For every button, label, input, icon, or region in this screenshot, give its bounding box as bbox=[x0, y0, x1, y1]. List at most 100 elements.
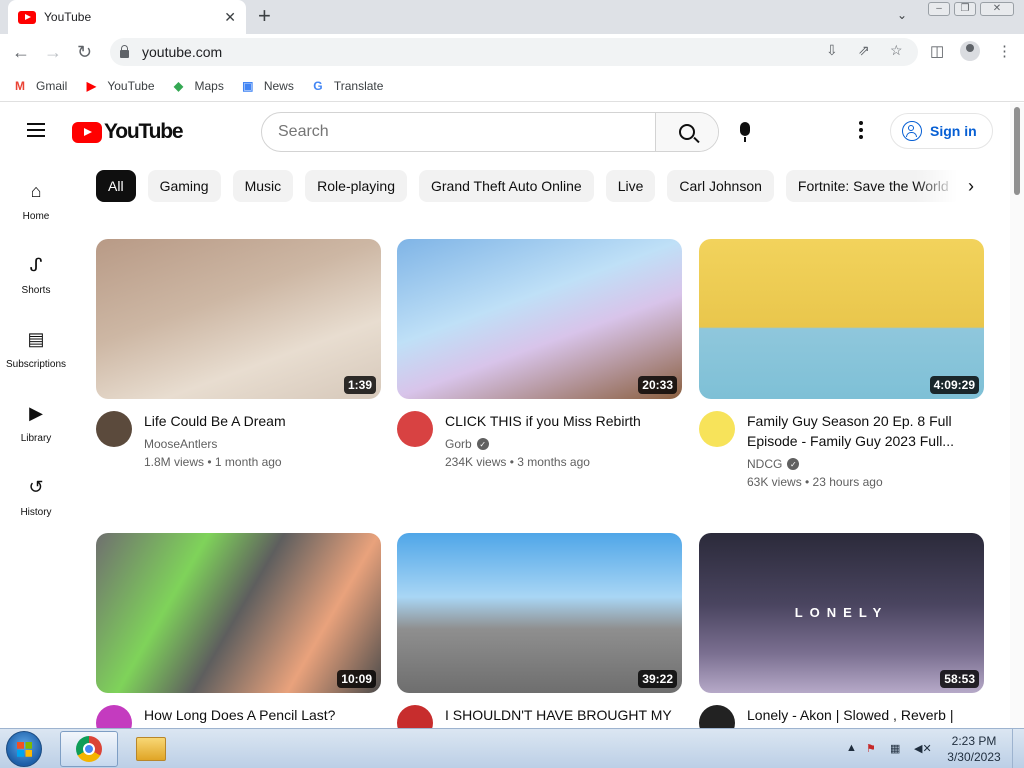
video-duration-badge: 1:39 bbox=[343, 376, 376, 394]
clock-time: 2:23 PM bbox=[951, 734, 997, 748]
video-thumbnail[interactable]: LONELY 58:53 bbox=[699, 533, 984, 693]
side-panel-icon[interactable]: ◫ bbox=[930, 42, 944, 60]
bookmark-star-icon[interactable]: ☆ bbox=[890, 42, 903, 59]
search-input[interactable]: Search bbox=[262, 113, 655, 151]
account-circle-icon bbox=[902, 121, 922, 141]
sidebar-item-label: Library bbox=[20, 433, 52, 444]
filter-chip[interactable]: Role-playing bbox=[305, 170, 407, 202]
video-info: CLICK THIS if you Miss Rebirth Gorb ✓ 234K … bbox=[445, 411, 641, 469]
video-title[interactable]: CLICK THIS if you Miss Rebirth bbox=[445, 411, 641, 431]
video-title[interactable]: Lonely - Akon | Slowed , Reverb | bbox=[747, 705, 954, 725]
video-card[interactable]: LONELY 58:53 Lonely - Akon | Slowed , Reve… bbox=[699, 533, 984, 741]
minimize-button[interactable]: – bbox=[928, 2, 950, 16]
address-url[interactable]: youtube.com bbox=[142, 44, 222, 60]
tab-title: YouTube bbox=[44, 10, 92, 24]
video-stats: 63K views • 23 hours ago bbox=[747, 475, 883, 489]
lock-icon[interactable] bbox=[120, 45, 129, 58]
bookmark-news[interactable]: ▣ News bbox=[240, 79, 294, 93]
video-title[interactable]: I SHOULDN'T HAVE BROUGHT MY bbox=[445, 705, 672, 725]
bookmark-gmail[interactable]: M Gmail bbox=[12, 79, 67, 93]
home-icon: ⌂ bbox=[30, 180, 42, 201]
menu-hamburger-icon[interactable] bbox=[27, 123, 45, 137]
video-title[interactable]: Family Guy Season 20 Ep. 8 Full Episode … bbox=[747, 411, 984, 451]
channel-avatar[interactable] bbox=[397, 411, 433, 447]
verified-check-icon: ✓ bbox=[787, 458, 800, 470]
channel-avatar[interactable] bbox=[96, 411, 132, 447]
action-center-flag-icon[interactable]: ⚑ bbox=[866, 742, 876, 755]
bookmark-youtube[interactable]: ▶ YouTube bbox=[83, 79, 155, 93]
chevron-right-icon[interactable]: › bbox=[968, 176, 974, 197]
close-window-button[interactable]: ✕ bbox=[980, 2, 1014, 16]
install-app-icon[interactable]: ⇩ bbox=[826, 42, 838, 59]
filter-chip[interactable]: Live bbox=[605, 170, 656, 202]
youtube-play-logo-icon bbox=[72, 121, 102, 143]
video-thumbnail[interactable]: 4:09:29 bbox=[699, 239, 984, 399]
video-thumbnail[interactable]: 39:22 bbox=[397, 533, 682, 693]
video-card[interactable]: 10:09 How Long Does A Pencil Last? bbox=[96, 533, 381, 741]
bookmark-translate[interactable]: G Translate bbox=[310, 78, 384, 93]
start-button[interactable] bbox=[6, 731, 42, 767]
sidebar-item-home[interactable]: ⌂ Home bbox=[0, 165, 72, 239]
video-card[interactable]: 39:22 I SHOULDN'T HAVE BROUGHT MY bbox=[397, 533, 682, 741]
chip-bar-fade bbox=[915, 170, 975, 202]
video-thumbnail[interactable]: 20:33 bbox=[397, 239, 682, 399]
voice-search-mic-icon[interactable] bbox=[740, 122, 750, 142]
video-thumbnail[interactable]: 1:39 bbox=[96, 239, 381, 399]
search-box[interactable]: Search bbox=[261, 112, 719, 152]
channel-name-row[interactable]: NDCG ✓ bbox=[747, 457, 984, 471]
volume-muted-icon[interactable]: ◀✕ bbox=[914, 742, 932, 755]
taskbar-chrome-button[interactable] bbox=[60, 731, 118, 767]
channel-name-row[interactable]: Gorb ✓ bbox=[445, 437, 641, 451]
share-icon[interactable]: ⇗ bbox=[858, 42, 870, 59]
video-duration-badge: 4:09:29 bbox=[929, 376, 979, 394]
maps-icon: ◆ bbox=[173, 78, 184, 93]
video-thumbnail[interactable]: 10:09 bbox=[96, 533, 381, 693]
page-scrollbar[interactable] bbox=[1010, 103, 1024, 728]
scrollbar-thumb[interactable] bbox=[1014, 107, 1020, 195]
search-icon bbox=[679, 124, 695, 140]
new-tab-button[interactable]: + bbox=[258, 5, 271, 27]
sidebar-item-shorts[interactable]: ᔑ Shorts bbox=[0, 239, 72, 313]
settings-kebab-icon[interactable] bbox=[859, 121, 863, 142]
youtube-logo[interactable]: YouTube bbox=[72, 120, 184, 144]
filter-chip[interactable]: Music bbox=[232, 170, 294, 202]
network-icon[interactable]: ▦ bbox=[890, 742, 900, 755]
chrome-menu-icon[interactable]: ⋮ bbox=[997, 42, 1012, 60]
restore-button[interactable]: ❐ bbox=[954, 2, 976, 16]
close-tab-icon[interactable]: ✕ bbox=[224, 9, 236, 26]
channel-name[interactable]: MooseAntlers bbox=[144, 437, 217, 451]
system-clock[interactable]: 2:23 PM 3/30/2023 bbox=[944, 733, 1004, 765]
filter-chip[interactable]: Grand Theft Auto Online bbox=[418, 170, 594, 202]
channel-name-row[interactable]: MooseAntlers bbox=[144, 437, 286, 451]
filter-chip[interactable]: Carl Johnson bbox=[667, 170, 774, 202]
channel-name[interactable]: Gorb bbox=[445, 437, 472, 451]
news-icon: ▣ bbox=[242, 78, 254, 93]
profile-avatar-icon[interactable] bbox=[960, 41, 980, 61]
sidebar-item-subscriptions[interactable]: ▤ Subscriptions bbox=[0, 313, 72, 387]
filter-chip[interactable]: All bbox=[96, 170, 136, 202]
show-hidden-icons-icon[interactable]: ▲ bbox=[846, 742, 857, 754]
sign-in-button[interactable]: Sign in bbox=[890, 113, 993, 149]
browser-tab-youtube[interactable]: YouTube ✕ bbox=[8, 0, 246, 34]
search-button[interactable] bbox=[655, 113, 718, 151]
sidebar-item-library[interactable]: ▶ Library bbox=[0, 387, 72, 461]
video-card[interactable]: 20:33 CLICK THIS if you Miss Rebirth Gorb ✓… bbox=[397, 239, 682, 469]
back-arrow-icon[interactable]: ← bbox=[12, 42, 30, 62]
video-card[interactable]: 1:39 Life Could Be A Dream MooseAntlers 1.8… bbox=[96, 239, 381, 469]
show-desktop-button[interactable] bbox=[1012, 729, 1024, 768]
bookmark-label: Translate bbox=[333, 78, 384, 93]
youtube-logo-text: YouTube bbox=[104, 120, 184, 143]
bookmark-maps[interactable]: ◆ Maps bbox=[171, 79, 224, 93]
address-bar[interactable]: youtube.com bbox=[110, 38, 918, 66]
filter-chip[interactable]: Gaming bbox=[147, 170, 221, 202]
taskbar-explorer-button[interactable] bbox=[122, 731, 180, 767]
forward-arrow-icon[interactable]: → bbox=[44, 42, 62, 62]
channel-name[interactable]: NDCG bbox=[747, 457, 782, 471]
channel-avatar[interactable] bbox=[699, 411, 735, 447]
video-card[interactable]: 4:09:29 Family Guy Season 20 Ep. 8 Full E… bbox=[699, 239, 984, 489]
video-title[interactable]: How Long Does A Pencil Last? bbox=[144, 705, 335, 725]
video-title[interactable]: Life Could Be A Dream bbox=[144, 411, 286, 431]
reload-icon[interactable]: ↻ bbox=[77, 42, 92, 62]
sidebar-item-history[interactable]: ↺ History bbox=[0, 461, 72, 535]
tab-search-chevron-icon[interactable]: ⌄ bbox=[897, 8, 907, 22]
